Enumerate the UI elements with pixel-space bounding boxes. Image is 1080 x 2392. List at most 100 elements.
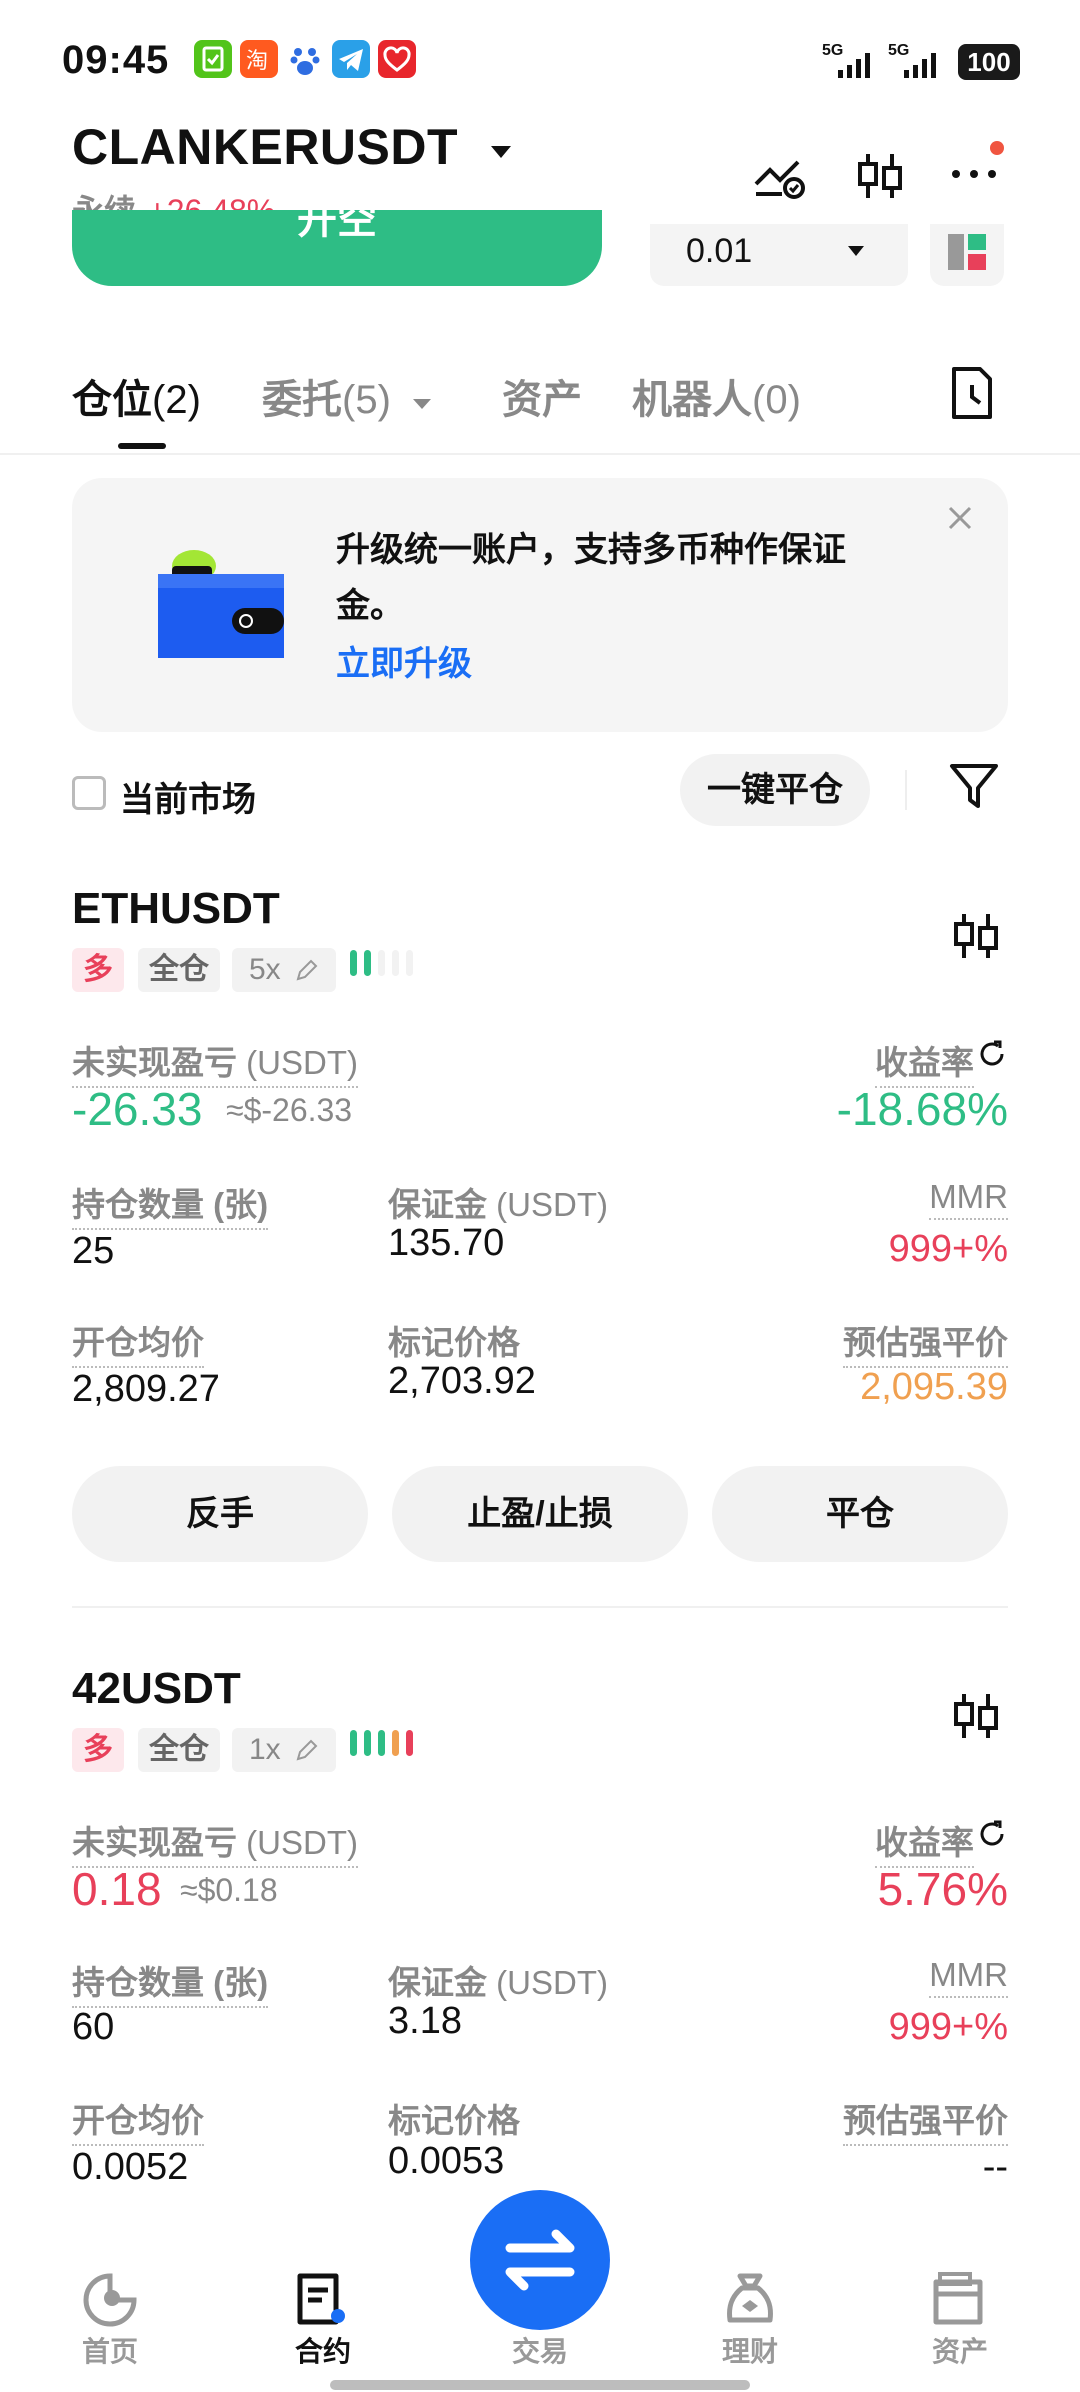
leverage-badge[interactable]: 5x (232, 948, 336, 992)
position-symbol[interactable]: ETHUSDT (72, 884, 280, 934)
taobao-app-icon: 淘 (240, 40, 278, 78)
quantity-value: 0.01 (686, 232, 753, 270)
edit-icon (296, 959, 318, 981)
status-time: 09:45 (62, 38, 170, 82)
current-market-checkbox[interactable] (72, 776, 106, 810)
adl-indicator (350, 950, 413, 976)
roe-value: -18.68% (836, 1083, 1008, 1135)
more-icon[interactable] (942, 138, 1012, 208)
quantity-selector[interactable]: 0.01 (650, 224, 908, 286)
tp-sl-button[interactable]: 止盈/止损 (392, 1466, 688, 1562)
unrealized-pnl-label: 未实现盈亏 (USDT) (72, 1036, 358, 1088)
quantity-label: 持仓数量 (张) (72, 1178, 269, 1230)
mmr-value: 999+% (888, 1228, 1008, 1270)
filter-icon[interactable] (946, 758, 1002, 814)
app-notification-icon (194, 40, 232, 78)
entry-price-value: 2,809.27 (72, 1368, 220, 1410)
signal-bars-icon (904, 53, 936, 78)
position-tabs: 仓位(2) 委托(5) 资产 机器人(0) (0, 355, 1080, 455)
nav-trade[interactable]: 交易 (465, 2330, 615, 2370)
leverage-badge[interactable]: 1x (232, 1728, 336, 1772)
liq-price-value: -- (982, 2146, 1008, 2188)
mark-price-label: 标记价格 (388, 2102, 520, 2139)
symbol-name: CLANKERUSDT (72, 119, 459, 175)
liq-price-label: 预估强平价 (843, 2094, 1008, 2146)
entry-price-value: 0.0052 (72, 2146, 189, 2188)
chevron-down-icon (491, 145, 512, 158)
refresh-icon[interactable] (976, 1818, 1008, 1850)
quantity-value: 60 (72, 2006, 115, 2048)
upgrade-now-link[interactable]: 立即升级 (336, 636, 472, 685)
app-notification-icon (378, 40, 416, 78)
entry-price-label: 开仓均价 (72, 2094, 204, 2146)
close-icon[interactable] (942, 500, 978, 536)
margin-label: 保证金 (USDT) (388, 1186, 608, 1223)
position-symbol[interactable]: 42USDT (72, 1664, 241, 1714)
nav-assets[interactable]: 资产 (885, 2330, 1035, 2370)
history-document-icon[interactable] (944, 365, 1000, 421)
close-position-button[interactable]: 平仓 (712, 1466, 1008, 1562)
finance-bag-icon (727, 2273, 773, 2323)
symbol-selector[interactable]: CLANKERUSDT (72, 118, 516, 176)
margin-mode-badge: 全仓 (138, 1728, 220, 1772)
roe-label: 收益率 (875, 1036, 974, 1088)
wallet-icon (933, 2272, 983, 2325)
telegram-app-icon (332, 40, 370, 78)
mark-price-value: 0.0053 (388, 2140, 505, 2182)
active-tab-indicator (118, 443, 166, 449)
nav-contract[interactable]: 合约 (248, 2330, 398, 2370)
tab-assets[interactable]: 资产 (502, 367, 582, 425)
tab-orders[interactable]: 委托(5) (262, 367, 434, 425)
chevron-down-icon (848, 246, 864, 256)
edit-icon (296, 1739, 318, 1761)
mmr-label: MMR (929, 1956, 1008, 1998)
baidu-app-icon (286, 40, 324, 78)
pnl-usd-approx: ≈$0.18 (180, 1872, 278, 1908)
pnl-usd-approx: ≈$-26.33 (226, 1092, 353, 1128)
margin-mode-badge: 全仓 (138, 948, 220, 992)
liq-price-label: 预估强平价 (843, 1316, 1008, 1368)
current-market-label: 当前市场 (120, 781, 256, 819)
swap-arrows-icon (505, 2229, 575, 2291)
home-icon (83, 2273, 137, 2327)
contract-icon (297, 2273, 345, 2325)
unrealized-pnl-label: 未实现盈亏 (USDT) (72, 1816, 358, 1868)
margin-value: 3.18 (388, 2000, 462, 2042)
unrealized-pnl-value: -26.33 (72, 1083, 203, 1135)
orderbook-layout-button[interactable] (930, 224, 1004, 286)
wallet-illustration (158, 550, 284, 658)
banner-text: 升级统一账户，支持多币种作保证金。 (336, 531, 846, 625)
svg-text:淘: 淘 (246, 49, 268, 74)
close-all-button[interactable]: 一键平仓 (680, 754, 870, 826)
open-short-button[interactable]: 开空 (72, 210, 602, 286)
divider (905, 770, 907, 810)
candlestick-chart-icon[interactable] (852, 148, 908, 204)
quantity-value: 25 (72, 1230, 115, 1272)
price-alert-icon[interactable] (752, 148, 808, 204)
refresh-icon[interactable] (976, 1038, 1008, 1070)
nav-home[interactable]: 首页 (35, 2330, 185, 2370)
mark-price-label: 标记价格 (388, 1324, 520, 1361)
tab-bots[interactable]: 机器人(0) (632, 367, 801, 425)
signal-bars-icon (838, 53, 870, 78)
candlestick-chart-icon[interactable] (948, 1688, 1004, 1744)
nav-finance[interactable]: 理财 (675, 2330, 825, 2370)
chevron-down-icon (413, 399, 432, 409)
mmr-value: 999+% (888, 2006, 1008, 2048)
mmr-label: MMR (929, 1178, 1008, 1220)
quantity-label: 持仓数量 (张) (72, 1956, 269, 2008)
side-badge: 多 (72, 1728, 124, 1772)
trade-fab-button[interactable] (470, 2190, 610, 2330)
reverse-position-button[interactable]: 反手 (72, 1466, 368, 1562)
margin-label: 保证金 (USDT) (388, 1964, 608, 2001)
liq-price-value: 2,095.39 (860, 1366, 1008, 1408)
roe-value: 5.76% (877, 1863, 1008, 1915)
home-indicator (330, 2380, 750, 2390)
mark-price-value: 2,703.92 (388, 1360, 536, 1402)
position-divider (72, 1606, 1008, 1608)
tab-positions[interactable]: 仓位(2) (72, 367, 201, 425)
status-bar: 09:45 淘 5G 5G 100 (0, 0, 1080, 120)
side-badge: 多 (72, 948, 124, 992)
candlestick-chart-icon[interactable] (948, 908, 1004, 964)
orderbook-layout-icon (948, 234, 986, 270)
